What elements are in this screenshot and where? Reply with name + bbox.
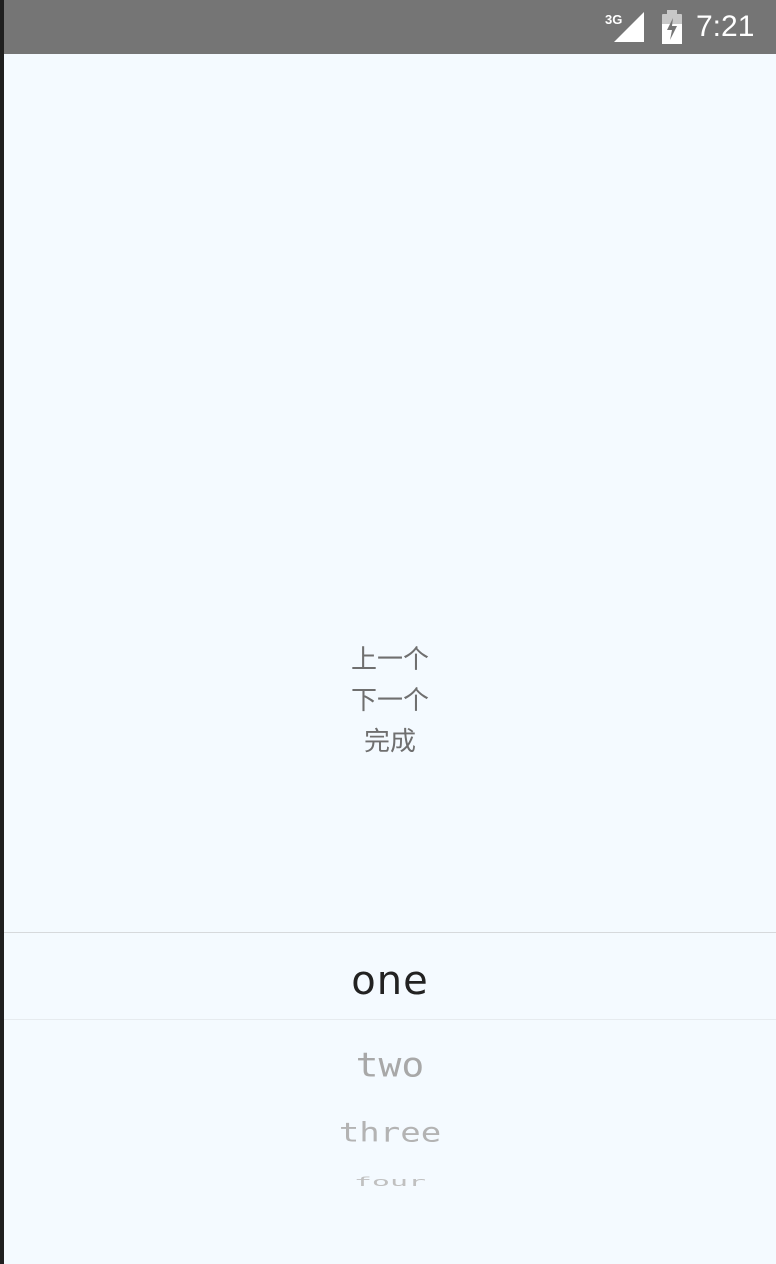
wheel-picker[interactable]: one two three four: [4, 932, 776, 1264]
picker-item-selected[interactable]: one: [4, 957, 776, 1005]
status-bar: 3G 7:21: [4, 0, 776, 54]
picker-toolbar: 上一个 下一个 完成: [4, 640, 776, 763]
done-button[interactable]: 完成: [364, 722, 416, 763]
picker-item[interactable]: four: [4, 1175, 776, 1189]
network-type-label: 3G: [605, 12, 622, 27]
previous-button[interactable]: 上一个: [351, 640, 429, 681]
app-screen: 3G 7:21 上一个 下一个 完成 one two three four: [4, 0, 776, 1264]
picker-item[interactable]: three: [4, 1117, 776, 1148]
next-button[interactable]: 下一个: [351, 681, 429, 722]
picker-item[interactable]: two: [4, 1045, 776, 1085]
signal-3g-icon: 3G: [605, 12, 644, 42]
status-time: 7:21: [696, 10, 755, 43]
battery-charging-icon: [662, 10, 682, 44]
